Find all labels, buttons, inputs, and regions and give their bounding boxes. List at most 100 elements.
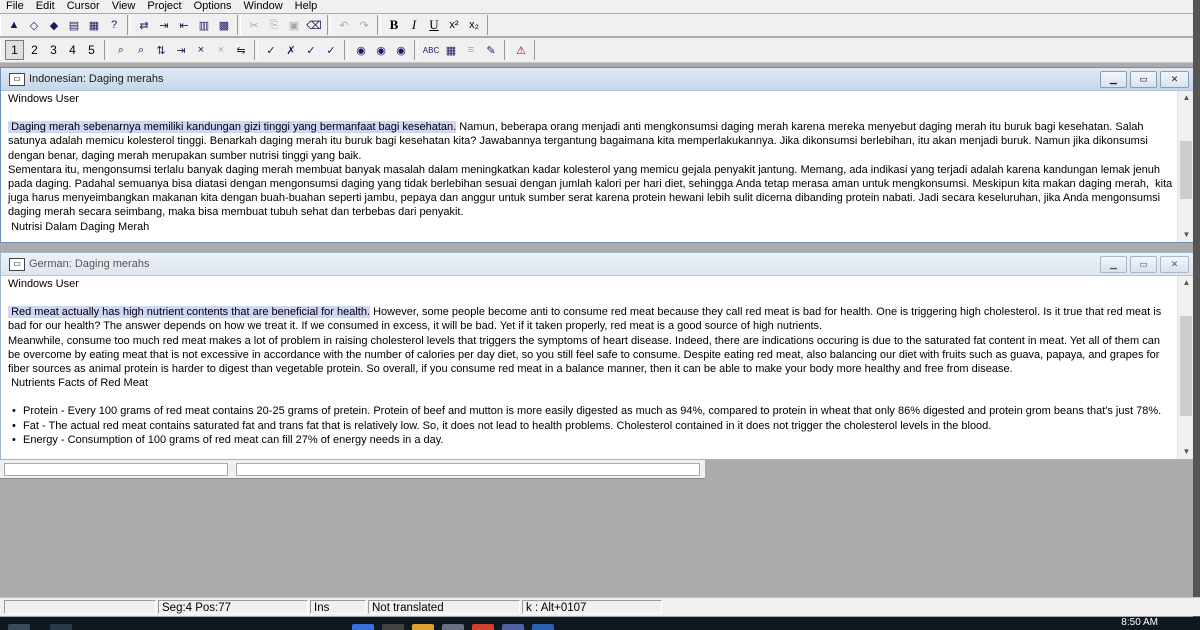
- erase-icon[interactable]: ◇: [25, 16, 43, 34]
- scroll-thumb[interactable]: [1180, 141, 1192, 199]
- menu-help[interactable]: Help: [289, 0, 324, 13]
- undo-group: ↶ ↷: [330, 15, 378, 35]
- current-segment[interactable]: Red meat actually has high nutrient cont…: [8, 306, 371, 319]
- paste-icon[interactable]: ▣: [285, 16, 303, 34]
- search-icon[interactable]: [50, 624, 72, 630]
- prev-segment-icon[interactable]: ⇤: [175, 16, 193, 34]
- app-icon[interactable]: [502, 624, 524, 630]
- edit-icon[interactable]: ✎: [482, 41, 500, 59]
- help-icon[interactable]: ?: [105, 16, 123, 34]
- list-item: • Energy - Consumption of 100 grams of r…: [8, 433, 1173, 447]
- paragraph: Red meat actually has high nutrient cont…: [8, 305, 1173, 333]
- superscript-button[interactable]: x²: [445, 16, 463, 34]
- file-tools-group: ▲ ◇ ◆ ▤ ▦ ?: [0, 15, 128, 35]
- status-segment-position: Seg:4 Pos:77: [158, 600, 308, 614]
- verify-icon[interactable]: ✓: [302, 41, 320, 59]
- italic-button[interactable]: I: [405, 16, 423, 34]
- browser-icon[interactable]: [472, 624, 494, 630]
- underline-button[interactable]: U: [425, 16, 443, 34]
- panel-field[interactable]: [4, 463, 228, 476]
- num-button-1[interactable]: 1: [5, 40, 24, 60]
- num-button-5[interactable]: 5: [83, 41, 100, 59]
- current-segment[interactable]: Daging merah sebenarnya memiliki kandung…: [8, 121, 457, 134]
- save-icon[interactable]: ◆: [45, 16, 63, 34]
- join-segments-icon[interactable]: ⇄: [135, 16, 153, 34]
- folder-icon[interactable]: [412, 624, 434, 630]
- author-line: Windows User: [8, 93, 79, 105]
- paragraph: Sementara itu, mengonsumsi terlalu banya…: [8, 163, 1176, 219]
- document-icon: ▭: [9, 72, 25, 86]
- window-edge: [1193, 0, 1200, 630]
- num-button-3[interactable]: 3: [45, 41, 62, 59]
- menu-cursor[interactable]: Cursor: [61, 0, 106, 13]
- start-icon[interactable]: [8, 624, 30, 630]
- cut-icon[interactable]: ✂: [245, 16, 263, 34]
- maximize-button[interactable]: ▭: [1130, 255, 1157, 273]
- table-icon[interactable]: ▦: [442, 41, 460, 59]
- target-text-area[interactable]: Windows User Red meat actually has high …: [1, 276, 1195, 459]
- delete-icon[interactable]: ×: [192, 41, 210, 59]
- bullet-icon: •: [12, 433, 16, 446]
- menu-options[interactable]: Options: [188, 0, 238, 13]
- app-icon[interactable]: [442, 624, 464, 630]
- tm-store-icon[interactable]: ◉: [372, 41, 390, 59]
- close-button[interactable]: ✕: [1160, 70, 1189, 88]
- print-icon[interactable]: ▤: [65, 16, 83, 34]
- spellcheck-icon[interactable]: ABC: [422, 41, 440, 59]
- uncheck-icon[interactable]: ✗: [282, 41, 300, 59]
- tm-update-icon[interactable]: ◉: [392, 41, 410, 59]
- bold-button[interactable]: B: [385, 16, 403, 34]
- verify-all-icon[interactable]: ✓: [322, 41, 340, 59]
- goto-icon[interactable]: ⇥: [172, 41, 190, 59]
- redo-icon[interactable]: ↷: [355, 16, 373, 34]
- list-item-text: Fat - The actual red meat contains satur…: [23, 419, 992, 432]
- maximize-button[interactable]: ▭: [1130, 70, 1157, 88]
- tm-lookup-icon[interactable]: ◉: [352, 41, 370, 59]
- author-line: Windows User: [8, 278, 79, 290]
- app-icon[interactable]: [352, 624, 374, 630]
- replace-icon[interactable]: ⇋: [232, 41, 250, 59]
- taskbar-clock[interactable]: 8:50 AM: [1121, 617, 1158, 629]
- next-segment-icon[interactable]: ⇥: [155, 16, 173, 34]
- copy-icon[interactable]: ⎘: [265, 16, 283, 34]
- warning-icon[interactable]: ⚠: [512, 41, 530, 59]
- target-window-titlebar[interactable]: ▭ German: Daging merahs ▁ ▭ ✕: [1, 253, 1195, 276]
- toolbar-main: ▲ ◇ ◆ ▤ ▦ ? ⇄ ⇥ ⇤ ▥ ▩ ✂ ⎘ ▣ ⌫ ↶ ↷ B I U …: [0, 14, 1200, 36]
- sort-icon[interactable]: ⇅: [152, 41, 170, 59]
- menu-view[interactable]: View: [106, 0, 142, 13]
- docked-panel: [0, 460, 705, 479]
- clipboard-group: ✂ ⎘ ▣ ⌫: [240, 15, 328, 35]
- num-button-2[interactable]: 2: [26, 41, 43, 59]
- menu-edit[interactable]: Edit: [30, 0, 61, 13]
- panel-field[interactable]: [236, 463, 700, 476]
- open-icon[interactable]: ▲: [5, 16, 23, 34]
- num-button-4[interactable]: 4: [64, 41, 81, 59]
- subscript-button[interactable]: x₂: [465, 16, 483, 34]
- close-button[interactable]: ✕: [1160, 255, 1189, 273]
- find-next-icon[interactable]: ⌕: [132, 41, 150, 59]
- menu-window[interactable]: Window: [238, 0, 289, 13]
- undo-icon[interactable]: ↶: [335, 16, 353, 34]
- source-text-area[interactable]: Windows User Daging merah sebenarnya mem…: [1, 91, 1195, 242]
- source-window-title: Indonesian: Daging merahs: [29, 73, 164, 85]
- copy-doc-icon[interactable]: ▦: [85, 16, 103, 34]
- menu-project[interactable]: Project: [141, 0, 187, 13]
- check-icon[interactable]: ✓: [262, 41, 280, 59]
- word-icon[interactable]: [532, 624, 554, 630]
- clear-icon[interactable]: ⌫: [305, 16, 323, 34]
- minimize-button[interactable]: ▁: [1100, 255, 1127, 273]
- scroll-thumb[interactable]: [1180, 316, 1192, 416]
- tm-tools-group: ◉ ◉ ◉: [347, 40, 415, 60]
- paragraph: Daging merah sebenarnya memiliki kandung…: [8, 120, 1173, 163]
- chart-icon[interactable]: ▩: [215, 16, 233, 34]
- statistics-icon[interactable]: ▥: [195, 16, 213, 34]
- delete-all-icon[interactable]: ×: [212, 41, 230, 59]
- menu-file[interactable]: File: [0, 0, 30, 13]
- minimize-button[interactable]: ▁: [1100, 70, 1127, 88]
- find-icon[interactable]: ⌕: [112, 41, 130, 59]
- align-icon[interactable]: ≡: [462, 41, 480, 59]
- source-window-titlebar[interactable]: ▭ Indonesian: Daging merahs ▁ ▭ ✕: [1, 68, 1195, 91]
- app-icon[interactable]: [382, 624, 404, 630]
